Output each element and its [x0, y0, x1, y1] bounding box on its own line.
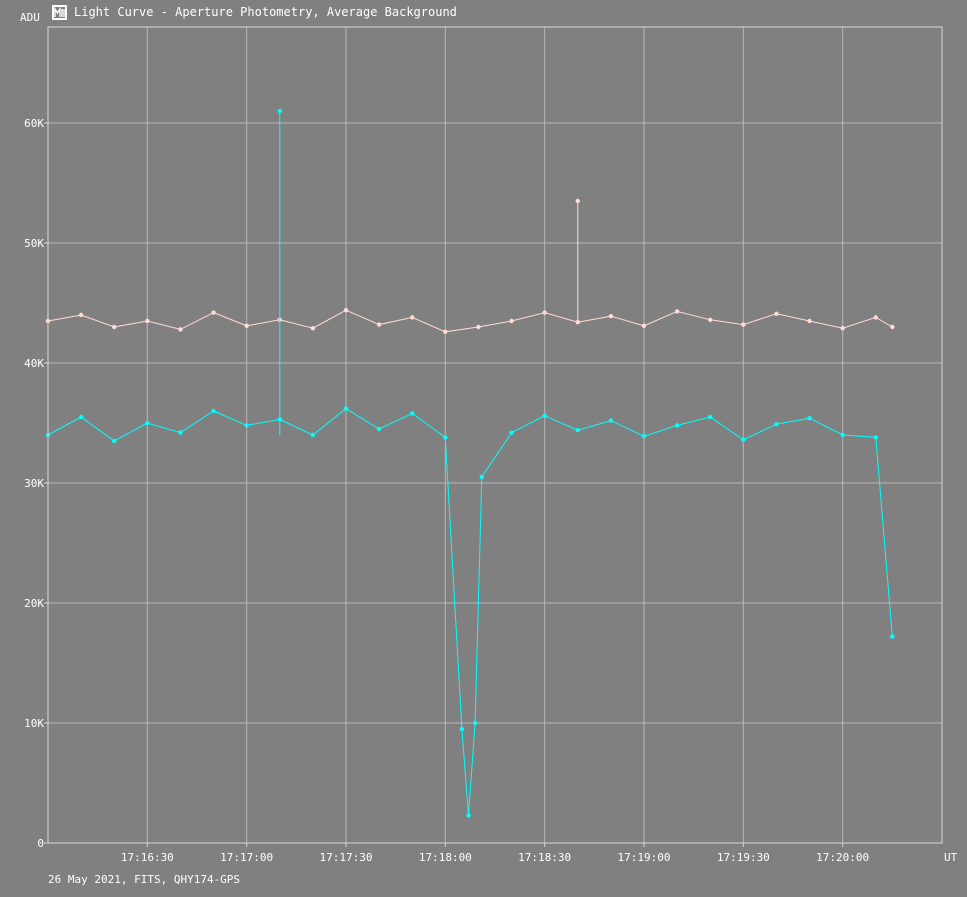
data-point: [542, 413, 547, 418]
data-point: [674, 309, 680, 314]
peak-point: [277, 108, 282, 114]
series-line: [47, 407, 893, 816]
data-point: [807, 416, 812, 421]
x-tick-label: 17:17:00: [220, 851, 273, 864]
data-point: [608, 418, 614, 423]
x-tick-label: 17:18:00: [419, 851, 472, 864]
data-point: [708, 317, 713, 322]
data-point: [873, 435, 878, 440]
data-point: [343, 308, 349, 313]
data-point: [310, 326, 316, 331]
data-point: [443, 329, 448, 334]
series-line: [47, 309, 893, 333]
data-point: [674, 423, 680, 428]
data-point: [211, 408, 216, 414]
data-point: [376, 322, 382, 327]
window-title-bar[interactable]: Light Curve - Aperture Photometry, Avera…: [52, 3, 457, 21]
data-point: [542, 310, 547, 315]
y-tick-label: 50K: [24, 237, 44, 250]
data-point: [774, 311, 779, 316]
x-tick-label: 17:19:30: [717, 851, 770, 864]
x-tick-label: 17:18:30: [518, 851, 571, 864]
data-point: [509, 318, 514, 324]
data-point: [509, 430, 514, 435]
x-tick-labels: 17:16:30 17:17:00 17:17:30 17:18:00 17:18:30…: [121, 851, 869, 864]
image-info-footer: 26 May 2021, FITS, QHY174-GPS: [48, 873, 241, 886]
data-point: [608, 314, 614, 319]
series-1: [45, 198, 895, 334]
data-point: [466, 813, 471, 818]
data-point: [112, 438, 117, 444]
y-tick-label: 0: [37, 837, 44, 850]
y-tick-labels: 0 10K 20K 30K 40K 50K 60K: [24, 117, 44, 850]
data-point: [178, 327, 183, 332]
data-point: [145, 420, 150, 426]
data-point: [78, 312, 84, 318]
data-point: [410, 315, 415, 320]
y-tick-label: 10K: [24, 717, 44, 730]
data-point: [479, 474, 484, 480]
x-tick-label: 17:17:30: [320, 851, 373, 864]
data-point: [708, 414, 713, 420]
data-point: [641, 434, 647, 439]
data-point: [459, 726, 465, 732]
data-point: [244, 323, 249, 328]
plot-axes: [44, 26, 943, 847]
window-title: Light Curve - Aperture Photometry, Avera…: [74, 5, 457, 19]
data-point: [774, 422, 779, 427]
light-curve-chart: 010K20K30K40K50K60K 17:16:30 17:17:00 17:1…: [24, 26, 943, 864]
y-tick-label: 40K: [24, 357, 44, 370]
data-point: [807, 318, 812, 324]
data-point: [410, 411, 415, 416]
data-point: [443, 435, 448, 440]
data-point: [178, 430, 183, 435]
grid-lines: [48, 27, 942, 843]
y-tick-label: 20K: [24, 597, 44, 610]
data-point: [472, 720, 478, 726]
x-tick-label: 17:16:30: [121, 851, 174, 864]
data-point: [310, 432, 316, 438]
data-point: [741, 437, 746, 442]
peak-point: [575, 198, 580, 204]
data-point: [890, 634, 895, 639]
data-point: [890, 324, 895, 330]
x-tick-label: 17:19:00: [618, 851, 671, 864]
series-layer: [45, 108, 895, 818]
data-point: [343, 406, 349, 411]
light-curve-app-icon[interactable]: [52, 4, 67, 20]
series-2: [45, 108, 895, 818]
data-point: [376, 426, 382, 432]
plot-frame: [47, 26, 943, 844]
x-axis-unit-label: UT: [944, 851, 958, 864]
data-point: [112, 324, 117, 330]
data-point: [476, 324, 481, 330]
data-point: [641, 323, 647, 328]
data-point: [145, 318, 150, 324]
y-axis-unit-label: ADU: [20, 11, 40, 24]
data-point: [873, 315, 878, 320]
data-point: [575, 428, 580, 433]
data-point: [211, 310, 216, 315]
y-tick-label: 30K: [24, 477, 44, 490]
data-point: [78, 414, 84, 420]
data-point: [741, 322, 746, 327]
y-tick-label: 60K: [24, 117, 44, 130]
data-point: [840, 326, 845, 331]
data-point: [840, 432, 845, 438]
x-tick-label: 17:20:00: [816, 851, 869, 864]
data-point: [244, 423, 249, 428]
